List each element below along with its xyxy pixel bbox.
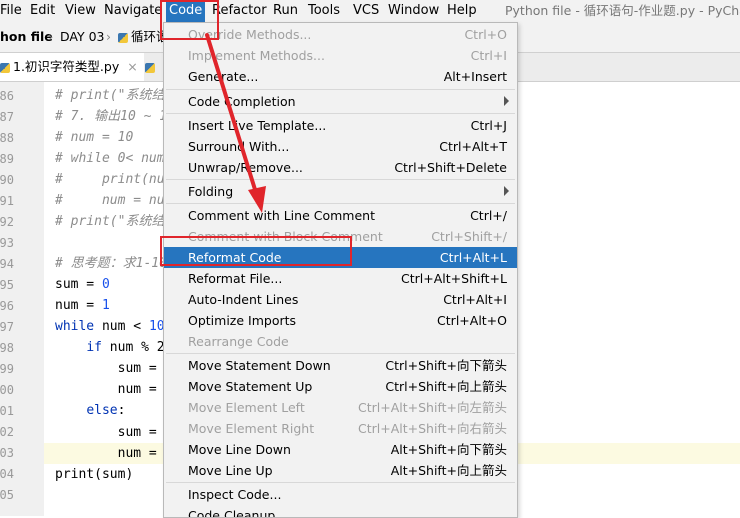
annotation-arrow-icon bbox=[205, 33, 266, 213]
